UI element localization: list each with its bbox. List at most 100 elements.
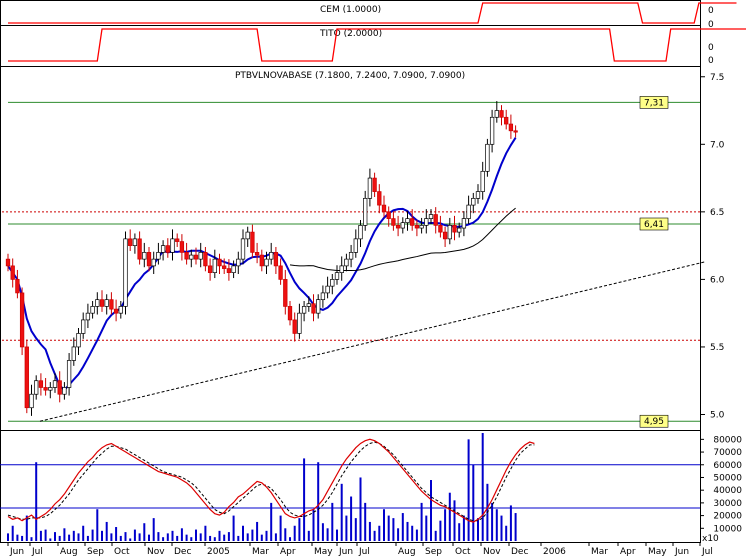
candle-body — [471, 197, 476, 206]
candle-body — [381, 204, 387, 213]
volume-y-tick-label: 40000 — [713, 486, 742, 496]
candle-body — [405, 218, 410, 224]
volume-bar — [232, 515, 235, 541]
volume-bar — [481, 433, 484, 541]
volume-bar — [171, 530, 174, 541]
volume-bar — [392, 518, 395, 541]
candle-body — [475, 191, 481, 199]
candle-body — [424, 218, 429, 226]
volume-bar — [180, 528, 183, 541]
candle-body — [151, 258, 156, 267]
candle-body — [442, 231, 448, 240]
candle-body — [414, 225, 420, 229]
volume-bar — [317, 462, 320, 541]
volume-bar — [411, 525, 414, 541]
x-tick-label: May — [648, 547, 667, 557]
volume-bar — [364, 502, 367, 541]
candle-body — [508, 123, 514, 132]
volume-bar — [340, 483, 343, 541]
cem-title: CEM (1.0000) — [320, 5, 381, 15]
volume-bar — [505, 525, 508, 541]
volume-bar — [101, 530, 103, 541]
candle-body — [104, 299, 109, 307]
volume-bar — [242, 525, 244, 541]
candle-body — [410, 218, 415, 226]
x-tick-label: Dec — [174, 547, 191, 557]
volume-bar — [49, 538, 52, 541]
candle-body — [118, 306, 123, 314]
volume-bar — [251, 529, 254, 541]
volume-bar — [227, 532, 230, 541]
candle-body — [81, 319, 86, 334]
candle-body — [99, 299, 105, 307]
volume-bar — [336, 529, 338, 541]
volume-bar — [387, 515, 390, 541]
volume-bar — [195, 529, 197, 541]
candle-body — [109, 299, 114, 310]
price-panel — [0, 66, 701, 431]
volume-bar — [204, 525, 207, 541]
candle-body — [236, 258, 241, 267]
volume-bar — [434, 530, 437, 541]
volume-bar — [199, 533, 202, 541]
candle-body — [203, 252, 208, 267]
volume-bar — [77, 533, 80, 541]
volume-bar — [303, 458, 306, 541]
volume-bar — [16, 534, 19, 541]
cem-y-tick-upper: 0 — [708, 6, 714, 16]
candle-body — [363, 197, 368, 226]
volume-bar — [148, 534, 150, 541]
volume-bar — [298, 518, 301, 541]
candle-body — [193, 254, 199, 260]
candle-body — [283, 279, 288, 307]
candle-body — [5, 258, 11, 267]
technical-chart: CEM (1.0000) TITO (2.0000) PTBVLNOVABASE… — [0, 0, 746, 557]
candle-body — [113, 308, 119, 314]
candle-body — [513, 130, 518, 133]
volume-y-tick-label: 60000 — [713, 461, 742, 471]
candle-body — [339, 265, 344, 273]
x-tick-label: Jul — [31, 547, 43, 557]
volume-bar — [138, 533, 141, 541]
x-tick-label: Apr — [620, 547, 636, 557]
candle-body — [358, 225, 363, 240]
candle-body — [240, 238, 246, 260]
volume-bar — [35, 462, 38, 541]
volume-bar — [378, 525, 381, 541]
candle-body — [66, 360, 72, 388]
volume-bar — [397, 528, 400, 541]
volume-bar — [321, 523, 324, 541]
volume-bar — [472, 464, 475, 541]
volume-y-tick-label: 80000 — [713, 435, 742, 445]
volume-bar — [246, 533, 249, 541]
candle-body — [123, 238, 128, 307]
x-tick-label: 2006 — [543, 547, 566, 557]
candle-body — [29, 393, 34, 409]
tito-y-tick-upper: 0 — [708, 43, 714, 53]
volume-bar — [467, 439, 470, 541]
x-tick-label: May — [314, 547, 333, 557]
price-y-tick-label: 6.0 — [710, 275, 725, 285]
volume-bar — [133, 529, 136, 541]
candle-body — [419, 225, 424, 229]
x-tick-label: Nov — [147, 547, 165, 557]
volume-bar — [124, 532, 127, 541]
x-tick-label: Apr — [280, 547, 296, 557]
volume-bar — [274, 533, 277, 541]
candle-body — [231, 265, 236, 273]
candle-body — [386, 211, 391, 219]
volume-bar — [7, 533, 9, 541]
volume-bar — [270, 502, 273, 541]
candle-body — [15, 279, 20, 294]
volume-bar — [129, 538, 132, 541]
volume-bar — [223, 534, 226, 541]
x-tick-label: Dec — [511, 547, 528, 557]
candle-body — [292, 319, 297, 334]
candle-body — [504, 116, 509, 125]
volume-bar — [119, 535, 122, 541]
candle-body — [348, 252, 354, 260]
volume-y-tick-label: 30000 — [713, 499, 742, 509]
volume-bar — [218, 530, 221, 541]
volume-bar — [82, 525, 85, 541]
candle-body — [156, 252, 161, 260]
